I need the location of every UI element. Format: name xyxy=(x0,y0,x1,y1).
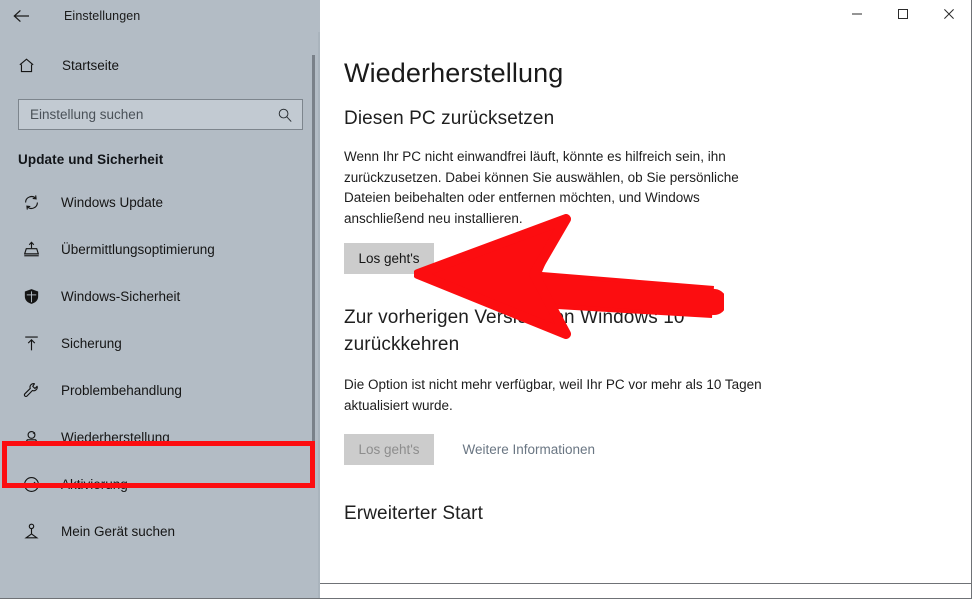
section-heading-go-back: Zur vorherigen Version von Windows 10 zu… xyxy=(344,307,685,355)
maximize-icon xyxy=(897,7,909,25)
back-button[interactable] xyxy=(0,0,44,32)
maximize-button[interactable] xyxy=(880,0,926,32)
settings-window: Einstellungen Startseite Einstellung suc… xyxy=(0,0,972,599)
sidebar-item-find-my-device[interactable]: Mein Gerät suchen xyxy=(0,508,320,555)
sidebar-item-troubleshoot[interactable]: Problembehandlung xyxy=(0,367,320,414)
minimize-button[interactable] xyxy=(834,0,880,32)
content-bottom-divider xyxy=(320,583,971,584)
section-body-go-back: Die Option ist nicht mehr verfügbar, wei… xyxy=(344,377,762,413)
sidebar-item-label: Mein Gerät suchen xyxy=(61,524,176,539)
home-icon xyxy=(17,56,43,75)
sidebar-item-recovery[interactable]: Wiederherstellung xyxy=(0,414,320,461)
search-icon[interactable] xyxy=(277,107,293,123)
close-button[interactable] xyxy=(926,0,971,32)
shield-icon xyxy=(19,287,43,306)
sidebar-item-windows-update[interactable]: Windows Update xyxy=(0,179,320,226)
sidebar-item-label: Windows-Sicherheit xyxy=(61,289,181,304)
sidebar: Startseite Update und Sicherheit xyxy=(0,0,320,598)
sync-icon xyxy=(19,193,43,212)
more-info-link[interactable]: Weitere Informationen xyxy=(462,442,595,457)
sidebar-item-home-label: Startseite xyxy=(62,57,120,73)
title-bar-left: Einstellungen xyxy=(0,0,320,32)
sidebar-item-label: Problembehandlung xyxy=(61,383,182,398)
sidebar-item-activation[interactable]: Aktivierung xyxy=(0,461,320,508)
sidebar-edge-divider xyxy=(318,0,320,598)
sidebar-item-label: Übermittlungsoptimierung xyxy=(61,242,215,257)
sidebar-item-label: Windows Update xyxy=(61,195,164,210)
check-circle-icon xyxy=(19,475,43,494)
page-title: Wiederherstellung xyxy=(344,58,564,88)
delivery-optimization-icon xyxy=(19,240,43,259)
back-arrow-icon xyxy=(12,8,32,24)
sidebar-item-label: Wiederherstellung xyxy=(61,430,170,445)
search-box[interactable] xyxy=(18,99,303,130)
find-my-device-icon xyxy=(19,522,43,541)
minimize-icon xyxy=(851,7,863,25)
reset-pc-get-started-button[interactable]: Los geht's xyxy=(344,243,434,274)
sidebar-item-label: Aktivierung xyxy=(61,477,128,492)
wrench-icon xyxy=(19,381,43,400)
section-heading-reset-pc: Diesen PC zurücksetzen xyxy=(344,108,555,129)
sidebar-item-label: Sicherung xyxy=(61,336,122,351)
main-content: Wiederherstellung Diesen PC zurücksetzen… xyxy=(320,32,971,598)
sidebar-nav-list: Windows Update Übermittlungsoptimierung xyxy=(0,179,320,555)
go-back-get-started-button[interactable]: Los geht's xyxy=(344,434,434,465)
sidebar-item-windows-security[interactable]: Windows-Sicherheit xyxy=(0,273,320,320)
sidebar-scrollbar[interactable] xyxy=(312,55,315,460)
window-controls xyxy=(834,0,971,32)
section-body-reset-pc: Wenn Ihr PC nicht einwandfrei läuft, kön… xyxy=(344,149,739,226)
backup-upload-icon xyxy=(19,334,43,353)
sidebar-item-backup[interactable]: Sicherung xyxy=(0,320,320,367)
close-icon xyxy=(943,7,955,25)
sidebar-section-title: Update und Sicherheit xyxy=(18,152,164,167)
title-bar: Einstellungen xyxy=(0,0,971,32)
sidebar-content: Startseite Update und Sicherheit xyxy=(0,32,320,555)
recovery-pc-icon xyxy=(19,428,43,447)
sidebar-item-delivery-optimization[interactable]: Übermittlungsoptimierung xyxy=(0,226,320,273)
search-input[interactable] xyxy=(19,99,272,130)
sidebar-item-home[interactable]: Startseite xyxy=(0,45,320,85)
app-title: Einstellungen xyxy=(64,9,141,23)
section-heading-advanced-startup: Erweiterter Start xyxy=(344,503,483,524)
